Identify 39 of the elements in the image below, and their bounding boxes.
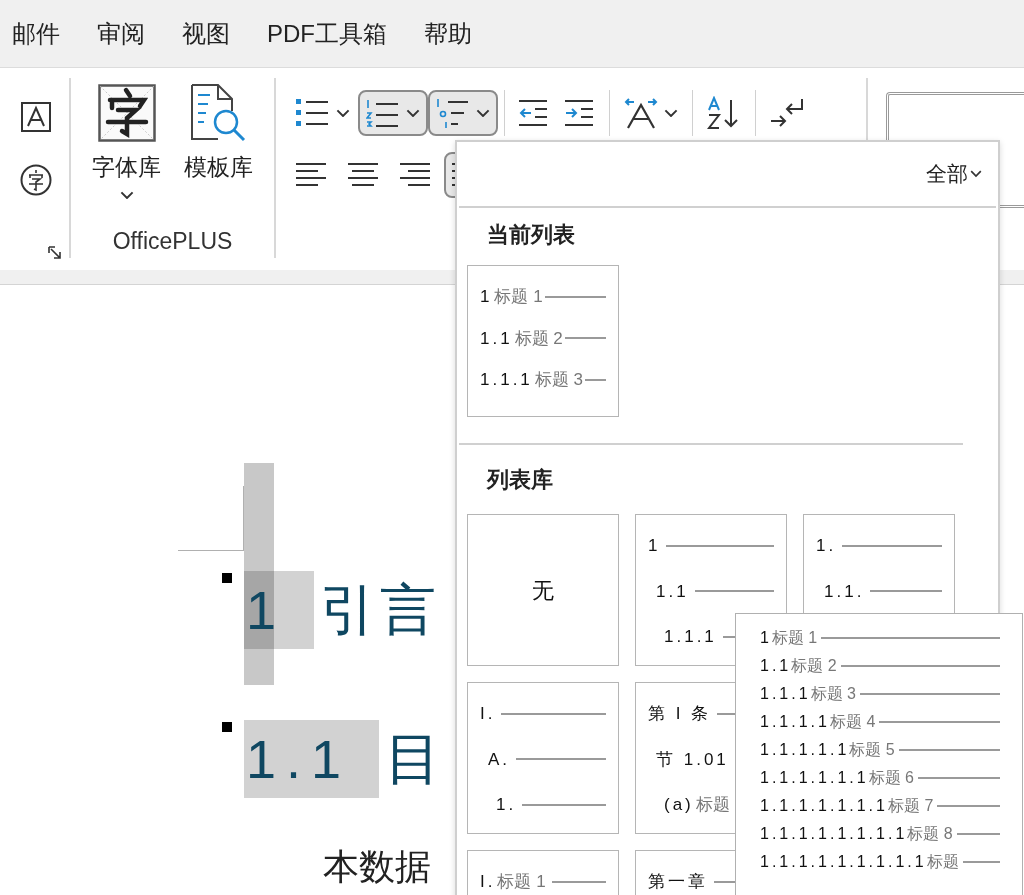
heading-label: 标题 8 <box>907 824 953 844</box>
section-title: 当前列表 <box>487 221 575 249</box>
list-number: 第一章 <box>648 871 708 893</box>
heading-text: 引言 <box>320 577 441 643</box>
list-number: I. <box>480 703 496 725</box>
list-number: 1.1. <box>824 580 865 603</box>
group-label: OfficePLUS <box>112 226 233 256</box>
heading-label: 标题 2 <box>514 327 563 350</box>
heading-text: 目 <box>385 726 446 792</box>
list-number: 1 <box>480 286 493 308</box>
list-number: (a) <box>664 794 694 816</box>
list-number: A. <box>488 748 511 771</box>
list-number: 1. <box>816 535 837 557</box>
list-number: 节 1.01 <box>656 748 729 771</box>
list-number: I. <box>480 871 496 893</box>
heading-number: 1.1 <box>244 720 380 798</box>
list-number: 1 <box>760 628 772 648</box>
heading-label: 标题 7 <box>887 796 934 816</box>
heading-label: 标题 6 <box>868 768 914 788</box>
heading-label: 标题 3 <box>810 684 856 704</box>
none-label: 无 <box>532 576 554 605</box>
list-number: 1.1 <box>656 580 689 603</box>
heading-label: 标题 1 <box>497 871 546 893</box>
list-number: 1.1.1.1.1.1.1.1.1 <box>760 852 927 872</box>
heading-label: 标题 <box>695 794 730 816</box>
list-number: 1.1.1 <box>664 626 717 648</box>
list-number: 1 <box>648 535 661 557</box>
heading-label: 标题 <box>926 852 959 872</box>
list-number: 第 I 条 <box>648 703 712 725</box>
section-title: 列表库 <box>487 466 553 494</box>
list-number: 1. <box>496 794 517 816</box>
heading-number: 1 <box>244 571 315 649</box>
body-text: 本数据 <box>323 845 431 889</box>
list-number: 1.1.1 <box>480 369 533 391</box>
heading-label: 标题 1 <box>494 286 543 308</box>
list-number: 1.1 <box>480 327 513 350</box>
heading-label: 标题 4 <box>829 712 876 732</box>
heading-label: 标题 5 <box>849 740 895 760</box>
heading-label: 标题 3 <box>534 369 583 391</box>
